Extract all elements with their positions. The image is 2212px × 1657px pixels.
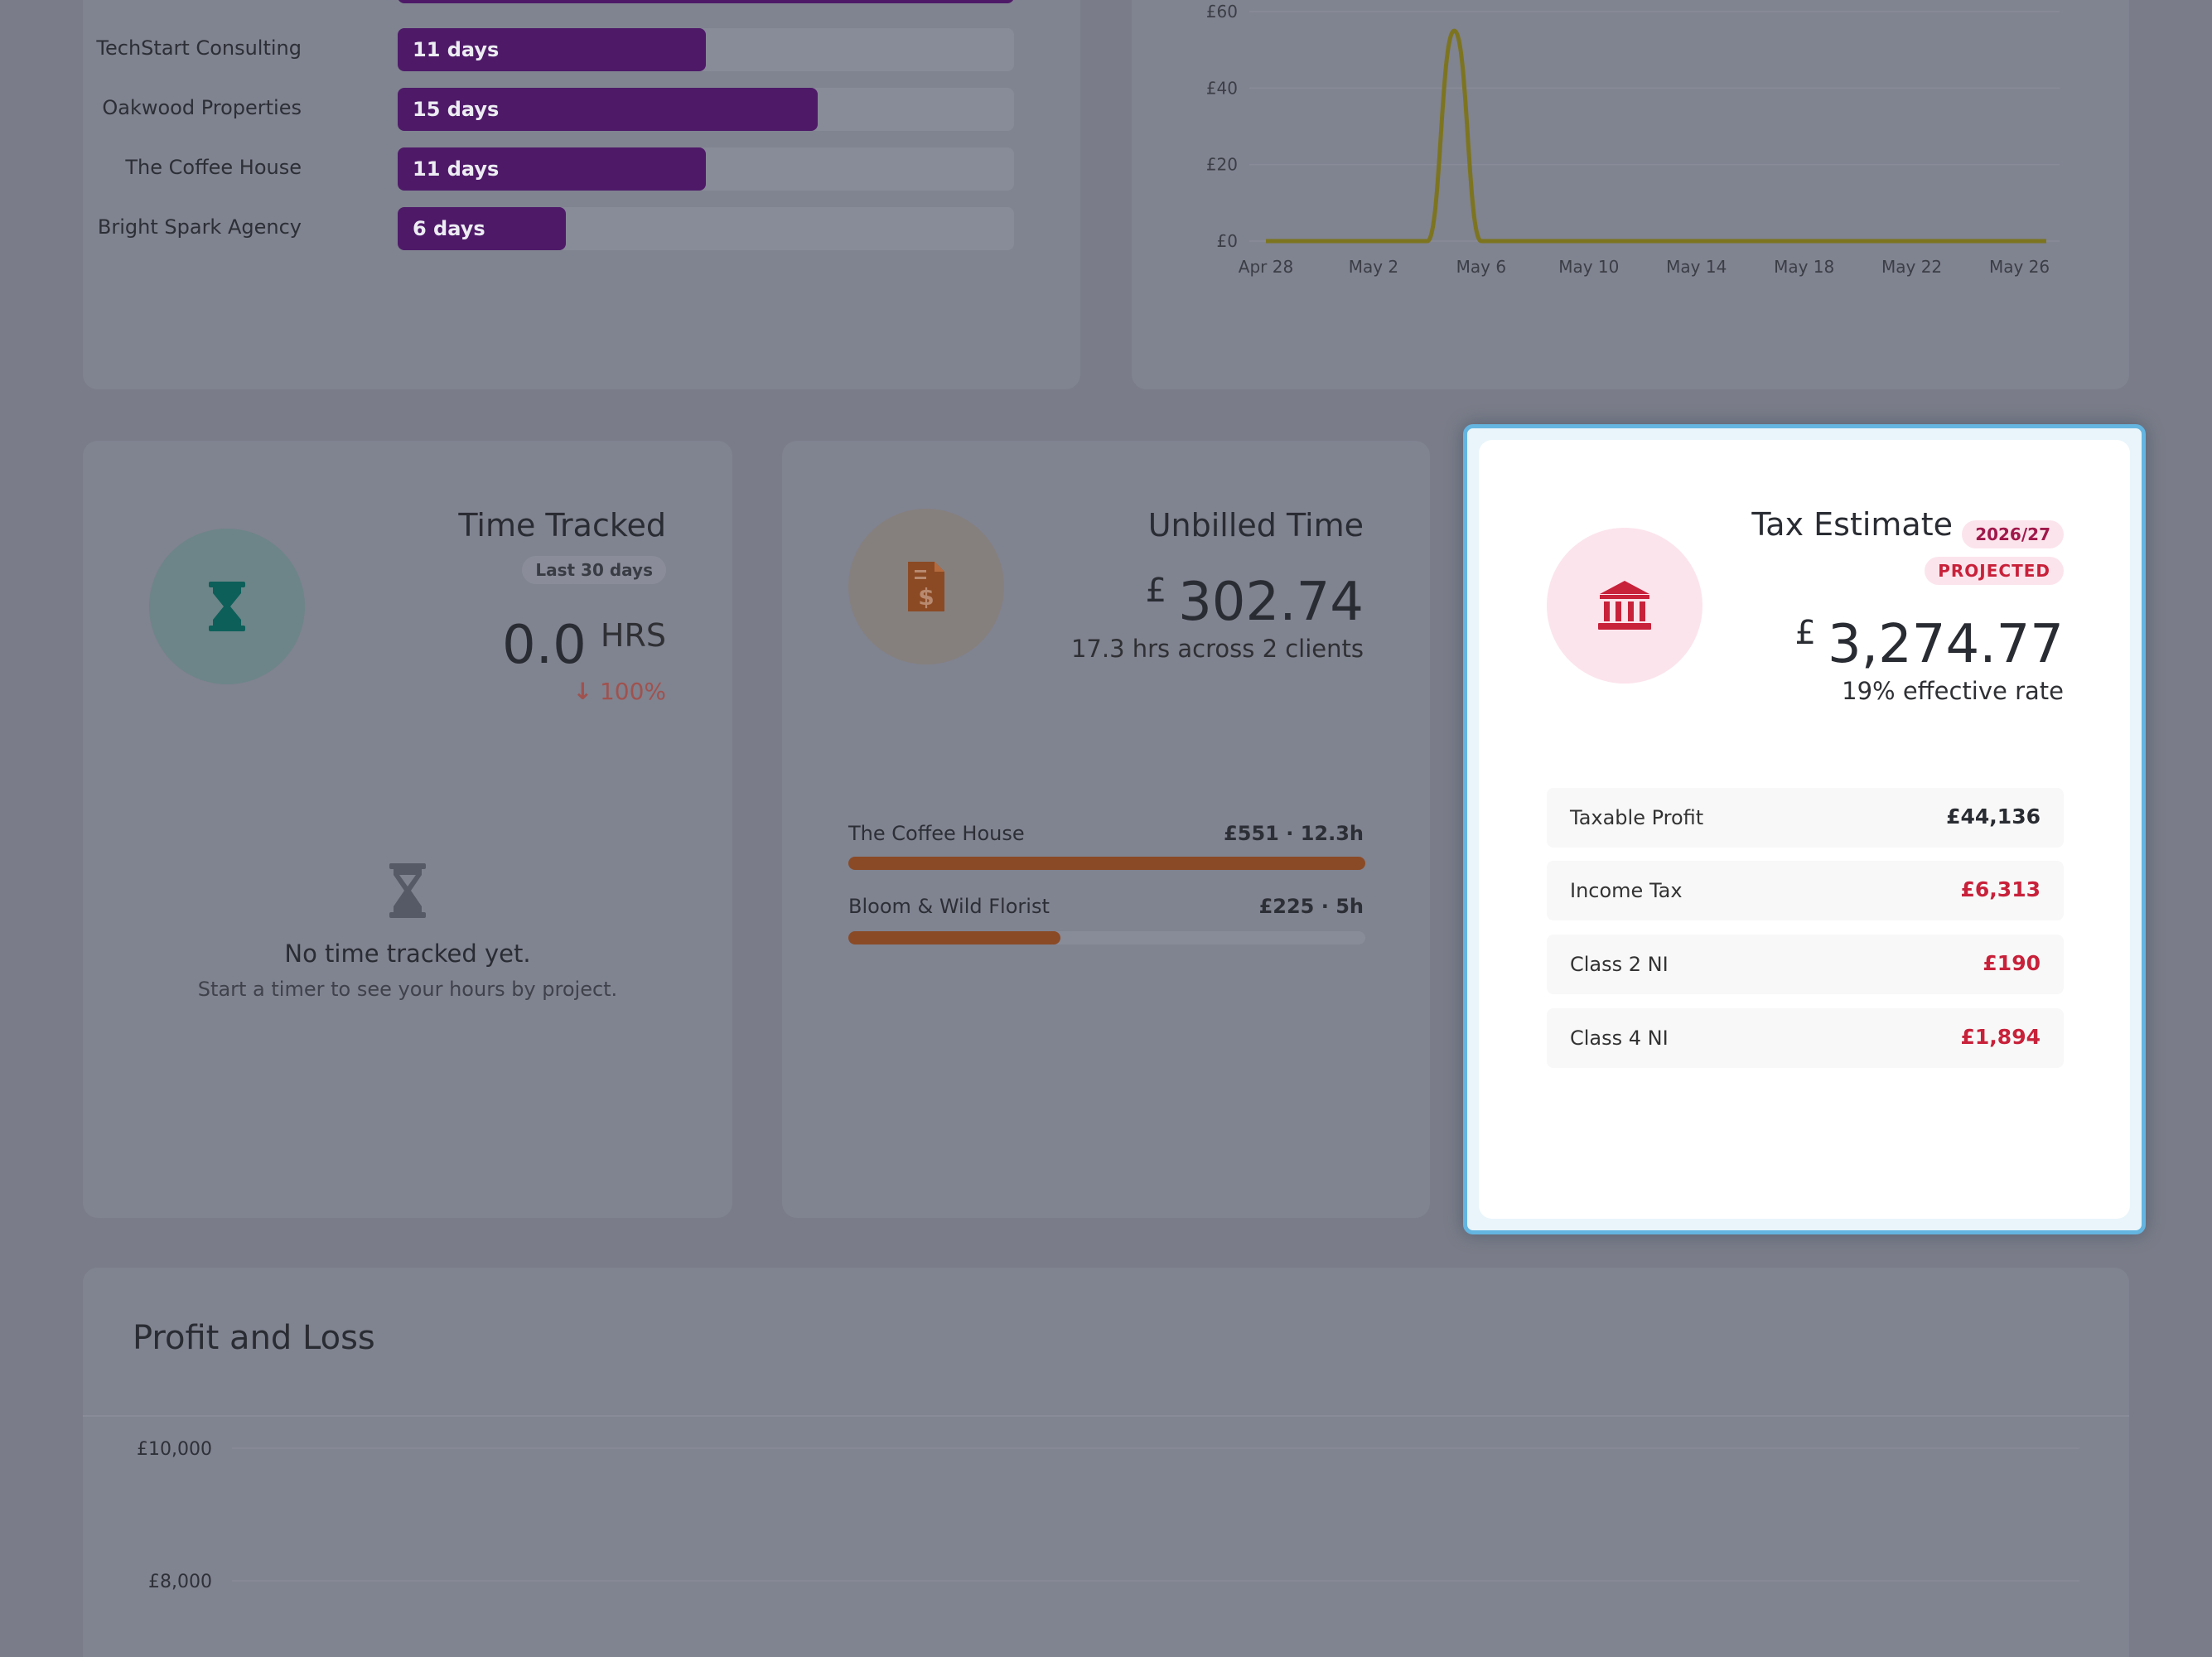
y-tick-label: £0: [1217, 231, 1238, 251]
tax-estimate-card[interactable]: Tax Estimate 2026/27 PROJECTED £3,274.77…: [1479, 440, 2130, 1219]
profit-loss-card: Profit and Loss £10,000 £8,000: [83, 1268, 2129, 1657]
client-bar: 6 days: [398, 207, 566, 250]
unbilled-client-bar-track: [848, 931, 1365, 944]
time-change: ↓ 100%: [573, 678, 666, 705]
x-tick-label: Apr 28: [1239, 257, 1293, 277]
client-bar: [398, 0, 1014, 3]
tax-year-badge: 2026/27: [1962, 520, 2064, 548]
bank-icon: [1598, 581, 1651, 630]
tax-row-class-4-ni: Class 4 NI £1,894: [1547, 1008, 2064, 1068]
svg-text:$: $: [918, 583, 934, 611]
y-tick-label: £20: [1206, 155, 1238, 175]
hourglass-empty-icon: [389, 863, 426, 918]
client-days-card: TechStart Consulting 11 days Oakwood Pro…: [83, 0, 1080, 389]
revenue-chart-card: £0 £20 £40 £60 Apr 28 May 2 May 6 May 10 May 14 M…: [1132, 0, 2129, 389]
tax-amount-group: £3,274.77: [1795, 614, 2064, 675]
time-tracked-title: Time Tracked: [458, 507, 666, 543]
client-bar-track: [398, 0, 1014, 3]
y-tick-label: £60: [1206, 2, 1238, 22]
unbilled-time-card: $ Unbilled Time £302.74 17.3 hrs across …: [782, 441, 1430, 1218]
client-bar: 11 days: [398, 28, 706, 71]
client-row-label: Bright Spark Agency: [97, 215, 302, 239]
x-tick-label: May 6: [1456, 257, 1506, 277]
arrow-down-icon: ↓: [572, 678, 593, 705]
revenue-line-chart: £0 £20 £40 £60 Apr 28 May 2 May 6 May 10 May 14 M…: [1206, 2, 2060, 277]
x-tick-label: May 10: [1558, 257, 1619, 277]
unbilled-client-name: The Coffee House: [848, 822, 1025, 845]
invoice-dollar-icon: $: [908, 562, 944, 611]
y-tick-label: £10,000: [137, 1439, 212, 1460]
profit-loss-chart: £10,000 £8,000: [137, 1439, 2079, 1592]
currency-symbol: £: [1145, 572, 1167, 610]
unbilled-subtitle: 17.3 hrs across 2 clients: [1070, 635, 1364, 663]
tax-row-label: Class 4 NI: [1570, 1027, 1669, 1050]
tax-row-value: £44,136: [1946, 804, 2041, 828]
tax-estimate-title: Tax Estimate: [1751, 506, 1953, 543]
unbilled-client-name: Bloom & Wild Florist: [848, 895, 1050, 918]
unbilled-client-bar: [848, 857, 1365, 870]
client-bar-track: 11 days: [398, 147, 1014, 191]
revenue-series-line: [1266, 28, 2046, 244]
time-tracked-card: Time Tracked Last 30 days 0.0 HRS ↓ 100%…: [83, 441, 732, 1218]
hourglass-icon: [209, 582, 245, 631]
unbilled-client-bar: [848, 931, 1060, 944]
tax-row-label: Income Tax: [1570, 879, 1683, 902]
unbilled-amount: 302.74: [1178, 572, 1364, 633]
tax-row-value: £190: [1983, 951, 2041, 975]
bank-icon-circle: [1547, 528, 1702, 684]
currency-symbol: £: [1794, 614, 1816, 652]
client-bar: 11 days: [398, 147, 706, 191]
tax-row-value: £1,894: [1960, 1025, 2041, 1049]
x-tick-label: May 2: [1349, 257, 1398, 277]
tax-row-class-2-ni: Class 2 NI £190: [1547, 935, 2064, 994]
unbilled-client-bar-track: [848, 857, 1365, 870]
x-tick-label: May 26: [1989, 257, 2050, 277]
empty-state-subtitle: Start a timer to see your hours by proje…: [197, 978, 618, 1001]
client-bar: 15 days: [398, 88, 818, 131]
tax-estimate-card-highlight[interactable]: Tax Estimate 2026/27 PROJECTED £3,274.77…: [1463, 424, 2146, 1234]
y-tick-label: £40: [1206, 78, 1238, 98]
unbilled-amount-group: £302.74: [1146, 572, 1364, 633]
hourglass-icon-circle: [149, 529, 305, 684]
client-bar-track: 11 days: [398, 28, 1014, 71]
x-tick-label: May 14: [1666, 257, 1727, 277]
y-tick-label: £8,000: [148, 1572, 212, 1592]
time-tracked-value-group: 0.0 HRS: [502, 615, 666, 676]
tax-effective-rate: 19% effective rate: [1842, 677, 2064, 705]
tax-row-label: Class 2 NI: [1570, 953, 1669, 976]
period-badge: Last 30 days: [522, 556, 666, 584]
x-tick-label: May 22: [1881, 257, 1942, 277]
unbilled-client-detail: £225 · 5h: [1258, 895, 1364, 918]
tax-row-taxable-profit: Taxable Profit £44,136: [1547, 788, 2064, 848]
time-tracked-value: 0.0: [502, 615, 587, 676]
empty-state-title: No time tracked yet.: [284, 940, 531, 968]
tax-amount: 3,274.77: [1828, 614, 2064, 675]
invoice-icon-circle: $: [848, 509, 1004, 664]
unbilled-title: Unbilled Time: [1147, 507, 1364, 543]
time-change-value: 100%: [599, 678, 666, 705]
time-tracked-unit: HRS: [600, 617, 666, 654]
unbilled-client-detail: £551 · 12.3h: [1224, 822, 1364, 845]
client-row-label: The Coffee House: [125, 156, 302, 179]
tax-row-income-tax: Income Tax £6,313: [1547, 861, 2064, 920]
x-tick-label: May 18: [1774, 257, 1834, 277]
projected-badge: PROJECTED: [1925, 557, 2064, 585]
client-row-label: Oakwood Properties: [102, 96, 302, 119]
client-bar-track: 15 days: [398, 88, 1014, 131]
client-row-label: TechStart Consulting: [96, 36, 302, 60]
client-bar-track: 6 days: [398, 207, 1014, 250]
tax-row-label: Taxable Profit: [1570, 806, 1704, 829]
tax-row-value: £6,313: [1960, 877, 2041, 901]
